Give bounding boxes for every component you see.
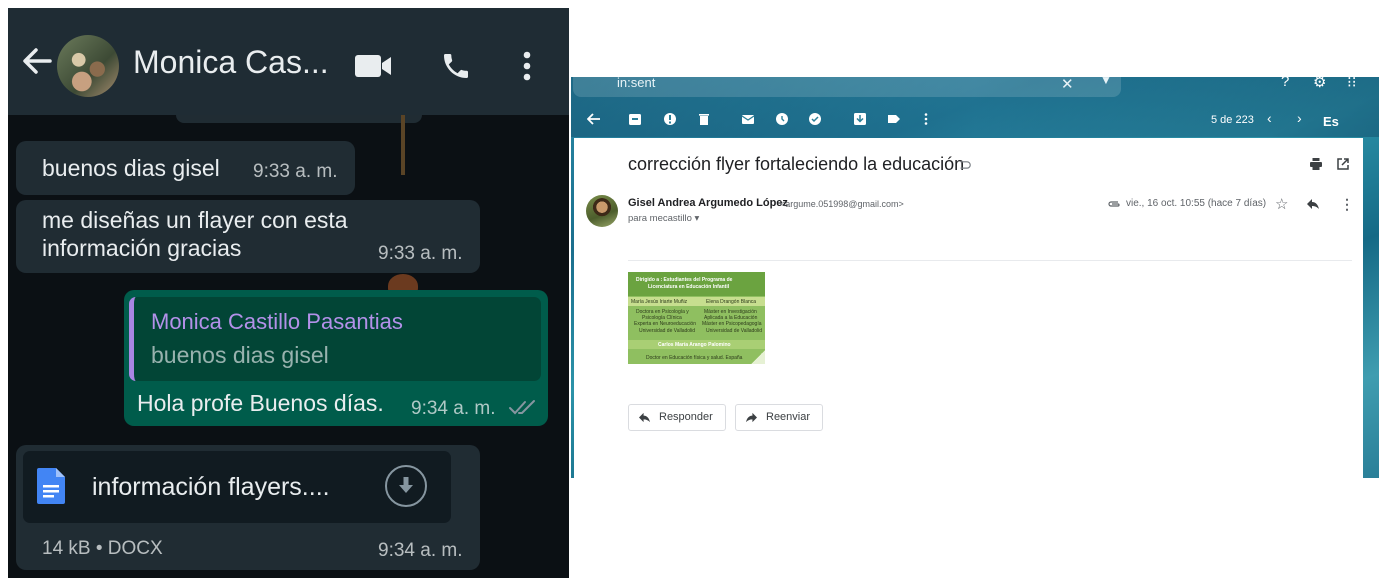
email-view: corrección flyer fortaleciendo la educac…	[574, 138, 1363, 478]
document-meta: 14 kB • DOCX	[42, 538, 163, 559]
label-icon[interactable]	[887, 112, 901, 126]
add-task-icon[interactable]	[808, 112, 822, 126]
whatsapp-chat-panel: Monica Cas... buenos dias gisel 9:33 a. …	[8, 8, 569, 578]
message-time: 9:33 a. m.	[378, 243, 463, 264]
open-new-window-icon[interactable]	[1336, 157, 1350, 171]
divider	[628, 260, 1352, 261]
recipient-line: para mecastillo	[628, 213, 692, 224]
message-time: 9:34 a. m.	[411, 398, 496, 419]
message-text: Hola profe Buenos días.	[137, 390, 384, 416]
flyer-text: Elena Drangón Blanca	[706, 299, 757, 305]
wallpaper-decoration	[401, 115, 405, 175]
contact-name[interactable]: Monica Cas...	[133, 44, 329, 81]
flyer-text: Licenciatura en Educación Infantil	[648, 284, 730, 290]
flyer-text: María Jesús Iriarte Muñiz	[631, 299, 688, 305]
mark-unread-icon[interactable]	[741, 112, 755, 126]
reply-icon[interactable]	[1306, 198, 1320, 210]
message-time: 9:34 a. m.	[378, 540, 463, 561]
next-icon[interactable]: ›	[1297, 110, 1302, 126]
gmail-toolbar: in:sent ✕ ▼ ? ⚙ ⁝⁝ 5 de 223 ‹ › Es	[571, 77, 1379, 137]
importance-marker-icon[interactable]: ⊃	[959, 155, 972, 175]
archive-icon[interactable]	[628, 112, 642, 126]
incoming-document-message[interactable]: información flayers.... 14 kB • DOCX 9:3…	[16, 445, 480, 570]
flyer-text: Dirigido a : Estudiantes del Programa de	[636, 277, 733, 283]
download-button[interactable]	[385, 465, 427, 507]
search-bar[interactable]: in:sent ✕ ▼	[573, 77, 1121, 97]
attachment-clip-icon	[1108, 201, 1120, 207]
message-count: 5 de 223	[1211, 114, 1254, 126]
quoted-text: buenos dias gisel	[151, 342, 329, 368]
double-check-icon	[509, 400, 535, 415]
settings-icon[interactable]: ⚙	[1313, 77, 1326, 91]
message-text: buenos dias gisel	[42, 155, 220, 181]
flyer-text: Doctor en Educación física y salud. Espa…	[646, 355, 743, 361]
search-input[interactable]: in:sent	[617, 77, 655, 90]
flyer-text: Experta en Neuroeducación	[634, 321, 696, 327]
incoming-message[interactable]: buenos dias gisel 9:33 a. m.	[16, 141, 355, 195]
quoted-author: Monica Castillo Pasantias	[151, 309, 403, 334]
expand-details-icon[interactable]: ▾	[695, 213, 700, 224]
document-attachment[interactable]: información flayers....	[23, 451, 451, 523]
email-subject: corrección flyer fortaleciendo la educac…	[628, 154, 965, 174]
flyer-text: Carlos María Arango Palomino	[658, 342, 731, 348]
reply-button[interactable]: Responder	[628, 404, 726, 431]
attached-flyer-image[interactable]: Dirigido a : Estudiantes del Programa de…	[628, 272, 765, 364]
recipient-details[interactable]: para mecastillo ▾	[628, 213, 699, 224]
help-icon[interactable]: ?	[1281, 77, 1289, 90]
message-text-line: información gracias	[42, 235, 242, 261]
forward-icon	[746, 412, 757, 423]
previous-icon[interactable]: ‹	[1267, 110, 1272, 126]
gmail-panel: in:sent ✕ ▼ ? ⚙ ⁝⁝ 5 de 223 ‹ › Es corre…	[571, 77, 1379, 478]
more-actions-icon[interactable]	[919, 112, 933, 126]
move-to-icon[interactable]	[853, 112, 867, 126]
delete-icon[interactable]	[697, 112, 711, 126]
document-name: información flayers....	[92, 473, 330, 501]
apps-icon[interactable]: ⁝⁝	[1347, 77, 1357, 91]
more-options-icon[interactable]: ⋮	[1340, 196, 1354, 213]
more-options-icon[interactable]	[520, 50, 534, 82]
contact-avatar[interactable]	[57, 35, 119, 97]
download-arrow-icon	[399, 477, 413, 493]
forward-button[interactable]: Reenviar	[735, 404, 823, 431]
sender-avatar[interactable]	[586, 195, 618, 227]
back-icon[interactable]	[587, 112, 601, 126]
input-language[interactable]: Es	[1323, 114, 1339, 129]
reply-label: Responder	[659, 411, 713, 423]
forward-label: Reenviar	[766, 411, 811, 423]
star-icon[interactable]: ☆	[1275, 195, 1288, 213]
email-date: vie., 16 oct. 10:55 (hace 7 días)	[1126, 198, 1267, 209]
outgoing-message[interactable]: Monica Castillo Pasantias buenos dias gi…	[124, 290, 548, 426]
snooze-icon[interactable]	[775, 112, 789, 126]
reply-icon	[639, 412, 650, 423]
chat-header: Monica Cas...	[8, 8, 569, 115]
flyer-text: Máster en Psicopedagogía	[702, 321, 762, 327]
document-icon	[37, 468, 65, 504]
search-options-icon[interactable]: ▼	[1100, 77, 1112, 87]
flyer-text: Universidad de Valladolid	[639, 328, 696, 334]
incoming-message[interactable]: me diseñas un flayer con esta informació…	[16, 200, 480, 273]
message-time: 9:33 a. m.	[253, 161, 338, 182]
phone-call-icon[interactable]	[440, 50, 472, 82]
sender-name[interactable]: Gisel Andrea Argumedo López	[628, 197, 788, 209]
sender-email: <argume.051998@gmail.com>	[780, 199, 904, 209]
page-curl	[751, 350, 765, 364]
print-icon[interactable]	[1309, 157, 1323, 171]
report-spam-icon[interactable]	[663, 112, 677, 126]
message-text-line: me diseñas un flayer con esta	[42, 207, 348, 233]
clear-search-icon[interactable]: ✕	[1061, 77, 1074, 93]
quoted-message[interactable]: Monica Castillo Pasantias buenos dias gi…	[129, 297, 541, 381]
date-chip-remnant	[176, 115, 422, 123]
flyer-text: Universidad de Valladolid	[706, 328, 763, 334]
video-call-icon[interactable]	[354, 54, 392, 78]
back-arrow-icon[interactable]	[20, 44, 54, 78]
